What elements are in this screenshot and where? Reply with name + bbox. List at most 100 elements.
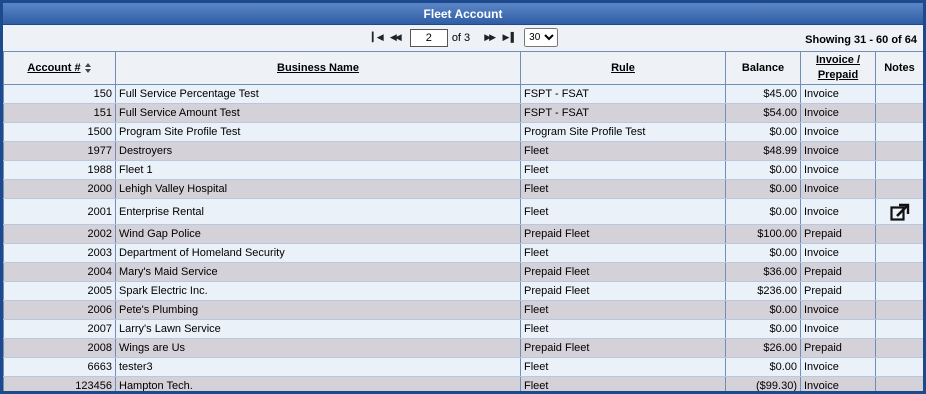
invoice-prepaid-cell: Invoice — [800, 198, 876, 225]
sort-business-link[interactable]: Business Name — [277, 62, 359, 74]
notes-cell — [875, 376, 923, 391]
rule-cell: Fleet — [520, 141, 726, 161]
first-page-icon[interactable]: ▎◀ — [368, 29, 386, 47]
rule-cell: Prepaid Fleet — [520, 262, 726, 282]
business-name-cell: Department of Homeland Security — [115, 243, 521, 263]
account-cell: 1500 — [3, 122, 116, 142]
notes-cell — [875, 141, 923, 161]
notes-cell[interactable] — [875, 198, 923, 225]
invoice-prepaid-cell: Prepaid — [800, 224, 876, 244]
open-external-icon[interactable] — [889, 203, 910, 221]
next-page-icon[interactable]: ▶▶ — [480, 29, 498, 47]
column-header-rule[interactable]: Rule — [520, 51, 726, 85]
table-row[interactable]: 2004 Mary's Maid Service Prepaid Fleet $36.… — [3, 262, 923, 282]
invoice-prepaid-cell: Invoice — [800, 160, 876, 180]
column-header-business[interactable]: Business Name — [115, 51, 521, 85]
balance-cell: $26.00 — [725, 338, 801, 358]
rule-cell: Fleet — [520, 357, 726, 377]
table-row[interactable]: 2003 Department of Homeland Security Fleet… — [3, 243, 923, 263]
table-row[interactable]: 151 Full Service Amount Test FSPT - FSAT $5… — [3, 103, 923, 123]
rule-cell: Program Site Profile Test — [520, 122, 726, 142]
business-name-cell: Full Service Amount Test — [115, 103, 521, 123]
sort-account-link[interactable]: Account # — [27, 62, 80, 74]
table-row[interactable]: 1977 Destroyers Fleet $48.99 Invoice — [3, 141, 923, 161]
invoice-prepaid-cell: Invoice — [800, 319, 876, 339]
balance-cell: $0.00 — [725, 300, 801, 320]
table-row[interactable]: 2002 Wind Gap Police Prepaid Fleet $100.00 P… — [3, 224, 923, 244]
business-name-cell: tester3 — [115, 357, 521, 377]
account-cell: 2002 — [3, 224, 116, 244]
rows-per-page-select[interactable]: 30 — [524, 28, 559, 47]
balance-cell: $45.00 — [725, 84, 801, 104]
balance-cell: ($99.30) — [725, 376, 801, 391]
invoice-prepaid-cell: Invoice — [800, 357, 876, 377]
notes-cell — [875, 319, 923, 339]
invoice-prepaid-cell: Prepaid — [800, 281, 876, 301]
invoice-prepaid-cell: Invoice — [800, 122, 876, 142]
invoice-prepaid-cell: Invoice — [800, 300, 876, 320]
balance-cell: $48.99 — [725, 141, 801, 161]
rule-cell: Prepaid Fleet — [520, 281, 726, 301]
sort-rule-link[interactable]: Rule — [611, 62, 635, 74]
balance-cell: $0.00 — [725, 179, 801, 199]
business-name-cell: Full Service Percentage Test — [115, 84, 521, 104]
balance-cell: $54.00 — [725, 103, 801, 123]
table-row[interactable]: 150 Full Service Percentage Test FSPT - FS… — [3, 84, 923, 104]
rule-cell: Fleet — [520, 376, 726, 391]
table-row[interactable]: 6663 tester3 Fleet $0.00 Invoice — [3, 357, 923, 377]
account-cell: 151 — [3, 103, 116, 123]
table-row[interactable]: 1988 Fleet 1 Fleet $0.00 Invoice — [3, 160, 923, 180]
table-body: 150 Full Service Percentage Test FSPT - FS… — [3, 84, 923, 391]
column-header-invoice[interactable]: Invoice / Prepaid — [800, 51, 876, 85]
business-name-cell: Fleet 1 — [115, 160, 521, 180]
notes-cell — [875, 224, 923, 244]
invoice-prepaid-cell: Invoice — [800, 103, 876, 123]
sort-invoice-link[interactable]: Invoice / Prepaid — [816, 54, 860, 81]
sort-arrows-icon[interactable] — [84, 62, 92, 73]
balance-cell: $0.00 — [725, 122, 801, 142]
balance-cell: $100.00 — [725, 224, 801, 244]
table-row[interactable]: 2008 Wings are Us Prepaid Fleet $26.00 Prepa… — [3, 338, 923, 358]
notes-cell — [875, 243, 923, 263]
previous-page-icon[interactable]: ◀◀ — [386, 29, 404, 47]
invoice-header-line1: Invoice / — [815, 54, 861, 66]
business-name-cell: Lehigh Valley Hospital — [115, 179, 521, 199]
column-header-account[interactable]: Account # — [3, 51, 116, 85]
rule-cell: Fleet — [520, 319, 726, 339]
table-row[interactable]: 2001 Enterprise Rental Fleet $0.00 Invoice — [3, 198, 923, 225]
table-row[interactable]: 2005 Spark Electric Inc. Prepaid Fleet $236… — [3, 281, 923, 301]
notes-cell — [875, 262, 923, 282]
account-cell: 1988 — [3, 160, 116, 180]
account-cell: 2006 — [3, 300, 116, 320]
table-row[interactable]: 123456 Hampton Tech. Fleet ($99.30) Invoice — [3, 376, 923, 391]
account-cell: 2001 — [3, 198, 116, 225]
table-header-row: Account # Business Name Rule Balance Inv… — [3, 51, 923, 85]
business-name-cell: Pete's Plumbing — [115, 300, 521, 320]
table-row[interactable]: 2000 Lehigh Valley Hospital Fleet $0.00 Invo… — [3, 179, 923, 199]
notes-cell — [875, 160, 923, 180]
balance-cell: $0.00 — [725, 357, 801, 377]
table-row[interactable]: 2006 Pete's Plumbing Fleet $0.00 Invoice — [3, 300, 923, 320]
last-page-icon[interactable]: ▶▐ — [498, 29, 516, 47]
business-name-cell: Spark Electric Inc. — [115, 281, 521, 301]
rule-cell: Fleet — [520, 243, 726, 263]
balance-cell: $236.00 — [725, 281, 801, 301]
invoice-prepaid-cell: Invoice — [800, 141, 876, 161]
account-cell: 2005 — [3, 281, 116, 301]
table-row[interactable]: 2007 Larry's Lawn Service Fleet $0.00 Invoic… — [3, 319, 923, 339]
rule-cell: FSPT - FSAT — [520, 103, 726, 123]
accounts-table: Account # Business Name Rule Balance Inv… — [3, 51, 923, 391]
rule-cell: Fleet — [520, 179, 726, 199]
rule-cell: Prepaid Fleet — [520, 338, 726, 358]
table-row[interactable]: 1500 Program Site Profile Test Program Sit… — [3, 122, 923, 142]
pagination-bar: ▎◀ ◀◀ of 3 ▶▶ ▶▐ 30 Showing 31 - 60 of 6… — [3, 25, 923, 51]
business-name-cell: Wings are Us — [115, 338, 521, 358]
account-cell: 6663 — [3, 357, 116, 377]
account-cell: 123456 — [3, 376, 116, 391]
page-number-input[interactable] — [409, 28, 448, 47]
business-name-cell: Hampton Tech. — [115, 376, 521, 391]
notes-cell — [875, 122, 923, 142]
invoice-prepaid-cell: Invoice — [800, 243, 876, 263]
account-cell: 2000 — [3, 179, 116, 199]
invoice-prepaid-cell: Invoice — [800, 84, 876, 104]
